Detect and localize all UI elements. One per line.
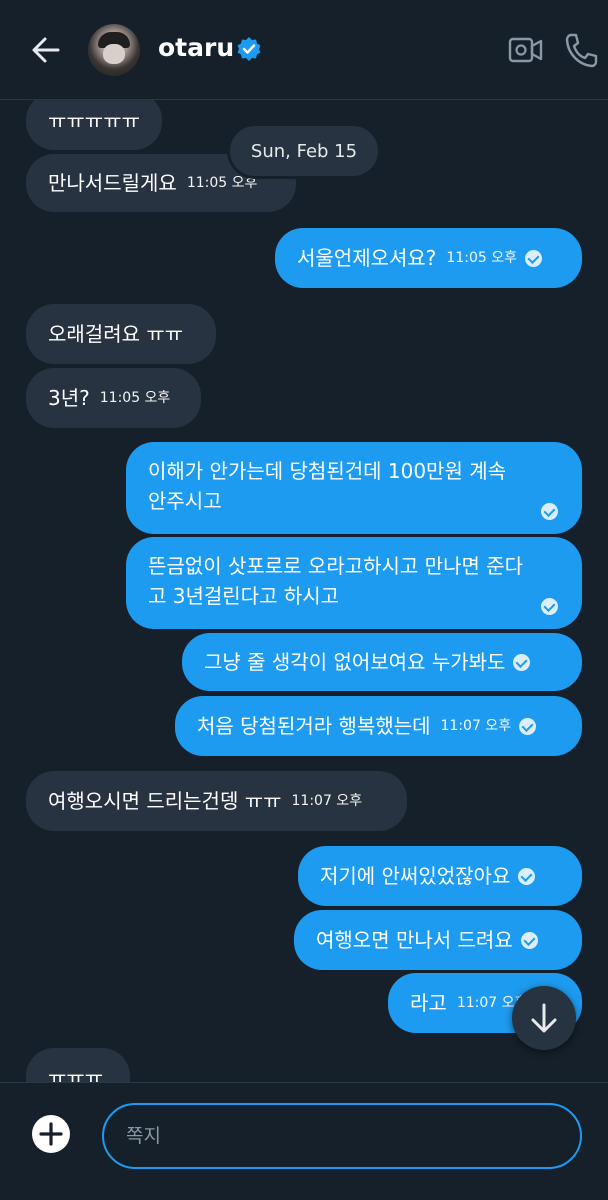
message-timestamp: 11:05 오후 — [99, 390, 171, 406]
message-text: 3년? — [48, 386, 90, 410]
message-text: ㅠㅠㅠㅠㅠ — [48, 109, 140, 133]
arrow-down-icon — [531, 1003, 557, 1033]
message-input-wrapper[interactable] — [102, 1103, 582, 1169]
message-bubble-outgoing[interactable]: 처음 당첨된거라 행복했는데 11:07 오후 — [175, 696, 582, 756]
message-bubble-outgoing[interactable]: 서울언제오셔요? 11:05 오후 — [275, 228, 582, 288]
plus-circle-icon[interactable] — [30, 1113, 72, 1155]
message-thread[interactable]: ㅠㅠㅠㅠㅠ 만나서드릴게요 11:05 오후 Sun, Feb 15 서울언제오… — [0, 100, 608, 1082]
read-receipt-icon — [541, 598, 558, 615]
message-bubble-incoming[interactable]: 여행오시면 드리는건뎅 ㅠㅠ 11:07 오후 — [26, 771, 407, 831]
message-bubble-outgoing[interactable]: 그냥 줄 생각이 없어보여요 누가봐도 — [182, 633, 582, 691]
arrow-left-icon[interactable] — [26, 30, 66, 70]
read-receipt-icon — [520, 931, 538, 949]
message-text: 여행오면 만나서 드려요 — [316, 928, 513, 952]
message-text: 저기에 안써있었잖아요 — [320, 864, 511, 888]
message-timestamp: 11:07 오후 — [291, 793, 363, 809]
message-text: 뜬금없이 삿포로로 오라고하시고 만나면 준다고 3년걸린다고 하시고 — [148, 554, 524, 608]
message-bubble-incoming[interactable]: ㅠㅠㅠㅠㅠ — [26, 100, 162, 150]
message-bubble-incoming[interactable]: ㅠㅠㅠ — [26, 1048, 130, 1082]
message-text: 만나서드릴게요 — [48, 171, 177, 195]
message-timestamp: 11:05 오후 — [446, 250, 517, 266]
message-text: 서울언제오셔요? — [297, 246, 437, 270]
message-bubble-incoming[interactable]: 3년? 11:05 오후 — [26, 368, 201, 428]
read-receipt-icon — [518, 867, 536, 885]
message-text: 처음 당첨된거라 행복했는데 — [197, 714, 431, 738]
read-receipt-icon — [519, 717, 537, 735]
phone-icon[interactable] — [564, 32, 598, 68]
message-bubble-outgoing[interactable]: 여행오면 만나서 드려요 — [294, 910, 582, 970]
message-text: 여행오시면 드리는건뎅 ㅠㅠ — [48, 789, 282, 813]
message-bubble-outgoing[interactable]: 저기에 안써있었잖아요 — [298, 846, 582, 906]
message-bubble-outgoing[interactable]: 뜬금없이 삿포로로 오라고하시고 만나면 준다고 3년걸린다고 하시고 — [126, 537, 582, 629]
message-bubble-incoming[interactable]: 오래걸려요 ㅠㅠ — [26, 304, 216, 364]
message-text: ㅠㅠㅠ — [48, 1066, 104, 1082]
read-receipt-icon — [513, 653, 531, 671]
conversation-header: otaru — [0, 0, 608, 100]
message-text: 오래걸려요 ㅠㅠ — [48, 322, 184, 346]
message-composer — [0, 1082, 608, 1200]
message-timestamp: 11:07 오후 — [440, 718, 512, 734]
message-bubble-outgoing[interactable]: 이해가 안가는데 당첨된건데 100만원 계속 안주시고 — [126, 442, 582, 534]
message-text: 이해가 안가는데 당첨된건데 100만원 계속 안주시고 — [148, 459, 507, 513]
read-receipt-icon — [524, 249, 542, 267]
message-text: 그냥 줄 생각이 없어보여요 누가봐도 — [204, 650, 506, 674]
video-call-icon[interactable] — [508, 33, 544, 67]
verified-badge-icon — [237, 37, 261, 61]
scroll-to-bottom-button[interactable] — [512, 986, 576, 1050]
read-receipt-icon — [541, 503, 558, 520]
conversation-title[interactable]: otaru — [158, 33, 234, 62]
message-input[interactable] — [126, 1105, 566, 1167]
message-text: 라고 — [410, 991, 447, 1015]
avatar[interactable] — [88, 24, 140, 76]
date-separator: Sun, Feb 15 — [230, 126, 378, 176]
